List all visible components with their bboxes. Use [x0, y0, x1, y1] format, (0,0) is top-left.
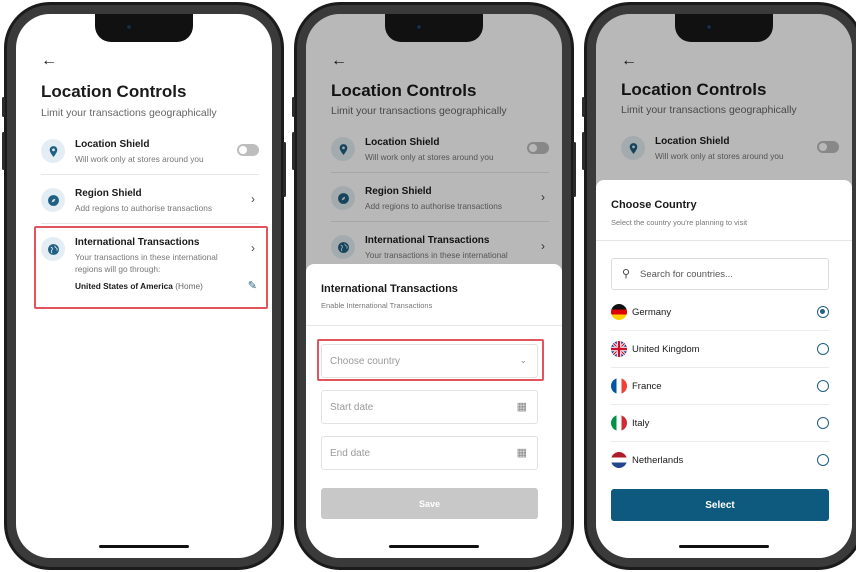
- radio-unselected[interactable]: [817, 343, 829, 355]
- radio-selected[interactable]: [817, 306, 829, 318]
- location-shield-row[interactable]: Location Shield Will work only at stores…: [41, 139, 259, 187]
- region-shield-desc: Add regions to authorise transactions: [75, 203, 212, 213]
- screen: ← Location Controls Limit your transacti…: [306, 14, 562, 558]
- calendar-icon[interactable]: ▦: [517, 400, 527, 413]
- location-shield-desc: Will work only at stores around you: [75, 154, 204, 164]
- country-name: United Kingdom: [632, 344, 700, 355]
- germany-flag-icon: [611, 304, 627, 320]
- radio-unselected[interactable]: [817, 380, 829, 392]
- uk-flag-icon: [611, 341, 627, 357]
- end-date-field[interactable]: End date ▦: [321, 436, 538, 470]
- radio-unselected[interactable]: [817, 454, 829, 466]
- location-shield-toggle[interactable]: [237, 144, 259, 156]
- region-shield-title: Region Shield: [75, 188, 142, 199]
- start-date-field[interactable]: Start date ▦: [321, 390, 538, 424]
- divider: [306, 325, 562, 326]
- phone-button: [573, 142, 576, 197]
- screen: ← Location Controls Limit your transacti…: [16, 14, 272, 558]
- chevron-right-icon: ›: [251, 192, 255, 206]
- country-option-france[interactable]: France: [611, 368, 829, 405]
- phone-button: [292, 132, 295, 170]
- calendar-icon[interactable]: ▦: [517, 446, 527, 459]
- divider: [596, 240, 852, 241]
- back-arrow-icon[interactable]: ←: [41, 52, 57, 70]
- divider: [41, 223, 259, 224]
- country-search-input[interactable]: ⚲ Search for countries...: [611, 258, 829, 290]
- location-shield-title: Location Shield: [75, 139, 150, 150]
- camera-icon: [415, 23, 423, 31]
- screenshot: ← Location Controls Limit your transacti…: [0, 0, 856, 572]
- screen: ← Location Controls Limit your transacti…: [596, 14, 852, 558]
- phone-button: [283, 142, 286, 197]
- enable-international-sheet: International Transactions Enable Intern…: [306, 264, 562, 558]
- phone-button: [2, 132, 5, 170]
- highlight-box: [317, 339, 544, 381]
- camera-icon: [705, 23, 713, 31]
- page-subtitle: Limit your transactions geographically: [41, 107, 217, 119]
- compass-icon: [41, 188, 65, 212]
- highlight-box: [34, 226, 268, 309]
- country-option-germany[interactable]: Germany: [611, 294, 829, 331]
- phone-choose-country: ← Location Controls Limit your transacti…: [582, 2, 856, 570]
- save-button[interactable]: Save: [321, 488, 538, 519]
- start-date-placeholder: Start date: [330, 402, 374, 413]
- phone-button: [582, 132, 585, 170]
- divider: [41, 174, 259, 175]
- france-flag-icon: [611, 378, 627, 394]
- sheet-subtitle: Select the country you're planning to vi…: [611, 218, 748, 227]
- country-option-italy[interactable]: Italy: [611, 405, 829, 442]
- netherlands-flag-icon: [611, 452, 627, 468]
- home-indicator: [389, 545, 479, 548]
- phone-button: [292, 97, 295, 117]
- sheet-subtitle: Enable International Transactions: [321, 301, 433, 310]
- country-name: France: [632, 381, 662, 392]
- country-name: Italy: [632, 418, 650, 429]
- radio-unselected[interactable]: [817, 417, 829, 429]
- country-option-united-kingdom[interactable]: United Kingdom: [611, 331, 829, 368]
- italy-flag-icon: [611, 415, 627, 431]
- phone-button: [582, 97, 585, 117]
- phone-enable-international: ← Location Controls Limit your transacti…: [292, 2, 576, 570]
- phone-location-controls: ← Location Controls Limit your transacti…: [2, 2, 286, 570]
- home-indicator: [99, 545, 189, 548]
- search-icon: ⚲: [622, 268, 631, 280]
- phone-button: [2, 97, 5, 117]
- camera-icon: [125, 23, 133, 31]
- notch: [385, 14, 483, 42]
- country-name: Netherlands: [632, 455, 684, 466]
- select-button[interactable]: Select: [611, 489, 829, 521]
- country-option-netherlands[interactable]: Netherlands: [611, 442, 829, 479]
- choose-country-sheet: Choose Country Select the country you're…: [596, 180, 852, 558]
- country-name: Germany: [632, 307, 672, 318]
- home-indicator: [679, 545, 769, 548]
- location-pin-icon: [41, 139, 65, 163]
- notch: [95, 14, 193, 42]
- end-date-placeholder: End date: [330, 448, 371, 459]
- notch: [675, 14, 773, 42]
- page-title: Location Controls: [41, 82, 187, 101]
- sheet-title: Choose Country: [611, 199, 697, 211]
- sheet-title: International Transactions: [321, 283, 458, 295]
- search-placeholder: Search for countries...: [640, 269, 733, 280]
